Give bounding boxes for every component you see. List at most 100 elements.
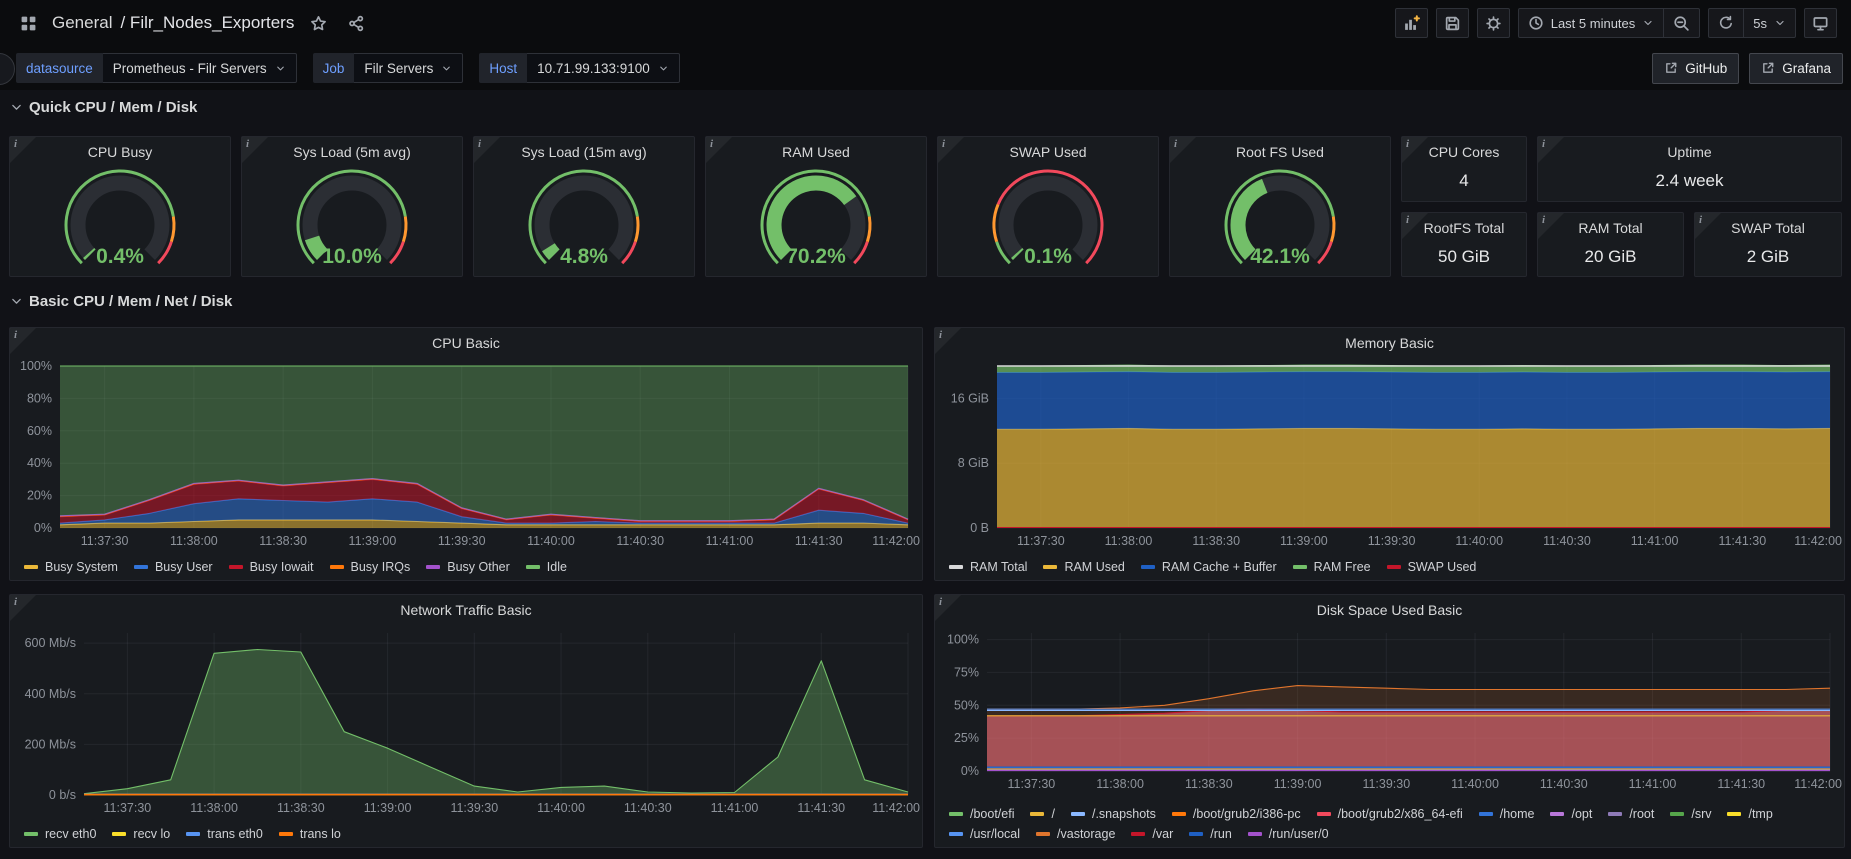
panel-gauge-root-fs-used: iRoot FS Used42.1% [1169, 136, 1391, 277]
legend-item[interactable]: RAM Total [949, 560, 1027, 574]
panel-info-icon[interactable]: i [1538, 213, 1564, 239]
star-icon[interactable] [304, 9, 332, 37]
legend-item[interactable]: /vastorage [1036, 827, 1115, 841]
legend-item[interactable]: /.snapshots [1071, 807, 1156, 821]
apps-grid-icon[interactable] [14, 9, 42, 37]
legend-item[interactable]: / [1030, 807, 1054, 821]
add-panel-button[interactable] [1395, 8, 1428, 38]
panel-gauge-ram-used: iRAM Used70.2% [705, 136, 927, 277]
legend-item[interactable]: Busy User [134, 560, 213, 574]
panel-title[interactable]: RAM Used [706, 137, 926, 167]
gauge-arc: 42.1% [1170, 165, 1390, 276]
legend-item[interactable]: /tmp [1727, 807, 1772, 821]
grafana-link-button[interactable]: Grafana [1749, 53, 1843, 84]
kiosk-mode-button[interactable] [1804, 8, 1837, 38]
panel-info-icon[interactable]: i [242, 137, 268, 163]
panel-stat-uptime: iUptime2.4 week [1537, 136, 1842, 202]
breadcrumb[interactable]: General / Filr_Nodes_Exporters [52, 13, 294, 33]
panel-info-icon[interactable]: i [938, 137, 964, 163]
chart-svg: 0%25%50%75%100%11:37:3011:38:0011:38:301… [935, 625, 1844, 795]
panel-info-icon[interactable]: i [935, 328, 961, 354]
legend-item[interactable]: /run/user/0 [1248, 827, 1329, 841]
svg-text:11:42:00: 11:42:00 [872, 801, 920, 815]
panel-title[interactable]: Memory Basic [935, 328, 1844, 358]
legend-item[interactable]: /boot/grub2/x86_64-efi [1317, 807, 1463, 821]
panel-info-icon[interactable]: i [1538, 137, 1564, 163]
legend-label: /srv [1691, 807, 1711, 821]
variable-host-select[interactable]: 10.71.99.133:9100 [527, 53, 680, 83]
svg-text:11:41:00: 11:41:00 [1631, 534, 1679, 548]
legend-item[interactable]: Busy System [24, 560, 118, 574]
row-quick-cpu-mem-disk[interactable]: Quick CPU / Mem / Disk [10, 99, 197, 116]
panel-title[interactable]: Root FS Used [1170, 137, 1390, 167]
zoom-out-button[interactable] [1663, 9, 1699, 37]
legend-item[interactable]: /boot/efi [949, 807, 1014, 821]
row-basic-cpu-mem-net-disk[interactable]: Basic CPU / Mem / Net / Disk [10, 293, 232, 310]
variable-datasource-select[interactable]: Prometheus - Filr Servers [103, 53, 297, 83]
panel-title[interactable]: Disk Space Used Basic [935, 595, 1844, 625]
legend-item[interactable]: /var [1131, 827, 1173, 841]
svg-text:600 Mb/s: 600 Mb/s [25, 636, 76, 650]
legend-item[interactable]: /home [1479, 807, 1535, 821]
legend-label: trans eth0 [207, 827, 263, 841]
refresh-interval-dropdown[interactable]: 5s [1743, 9, 1795, 37]
share-icon[interactable] [342, 9, 370, 37]
legend-item[interactable]: Idle [526, 560, 567, 574]
legend-label: RAM Cache + Buffer [1162, 560, 1277, 574]
settings-gear-icon[interactable] [1477, 8, 1510, 38]
panel-info-icon[interactable]: i [935, 595, 961, 621]
legend-item[interactable]: Busy Iowait [229, 560, 314, 574]
panel-info-icon[interactable]: i [706, 137, 732, 163]
panel-info-icon[interactable]: i [1170, 137, 1196, 163]
legend-item[interactable]: /opt [1550, 807, 1592, 821]
gauge-value: 10.0% [322, 245, 382, 268]
svg-text:11:41:30: 11:41:30 [795, 534, 843, 548]
panel-title[interactable]: Sys Load (15m avg) [474, 137, 694, 167]
legend-item[interactable]: /root [1608, 807, 1654, 821]
svg-text:0%: 0% [961, 764, 979, 778]
legend-label: Busy Iowait [250, 560, 314, 574]
panel-stat-cpu-cores: iCPU Cores4 [1401, 136, 1527, 202]
legend-label: /tmp [1748, 807, 1772, 821]
legend-item[interactable]: /run [1189, 827, 1232, 841]
panel-info-icon[interactable]: i [10, 595, 36, 621]
refresh-button[interactable] [1709, 9, 1743, 37]
github-link-button[interactable]: GitHub [1652, 53, 1739, 84]
legend-label: /vastorage [1057, 827, 1115, 841]
gauge: 0.1% [938, 165, 1158, 276]
time-range-label: Last 5 minutes [1551, 16, 1636, 31]
panel-title[interactable]: CPU Busy [10, 137, 230, 167]
panel-info-icon[interactable]: i [1402, 213, 1428, 239]
panel-info-icon[interactable]: i [10, 137, 36, 163]
panel-info-icon[interactable]: i [1695, 213, 1721, 239]
panel-info-icon[interactable]: i [474, 137, 500, 163]
panel-title[interactable]: Sys Load (5m avg) [242, 137, 462, 167]
breadcrumb-section[interactable]: General [52, 13, 112, 33]
time-range-picker[interactable]: Last 5 minutes [1519, 9, 1664, 37]
legend-item[interactable]: /usr/local [949, 827, 1020, 841]
legend-item[interactable]: trans eth0 [186, 827, 263, 841]
panel-network-traffic-basic: iNetwork Traffic Basic0 b/s200 Mb/s400 M… [9, 594, 923, 848]
panel-title[interactable]: Uptime [1538, 137, 1841, 167]
panel-title[interactable]: CPU Basic [10, 328, 922, 358]
svg-text:11:42:00: 11:42:00 [1794, 534, 1842, 548]
legend-item[interactable]: SWAP Used [1387, 560, 1477, 574]
legend-swatch [112, 832, 126, 836]
legend-item[interactable]: Busy IRQs [330, 560, 411, 574]
panel-title[interactable]: Network Traffic Basic [10, 595, 922, 625]
legend-item[interactable]: recv eth0 [24, 827, 96, 841]
legend-item[interactable]: /srv [1670, 807, 1711, 821]
save-dashboard-button[interactable] [1436, 8, 1469, 38]
legend-item[interactable]: trans lo [279, 827, 341, 841]
legend-item[interactable]: recv lo [112, 827, 170, 841]
panel-info-icon[interactable]: i [1402, 137, 1428, 163]
variable-job-select[interactable]: Filr Servers [354, 53, 463, 83]
svg-text:11:42:00: 11:42:00 [872, 534, 920, 548]
panel-title[interactable]: SWAP Used [938, 137, 1158, 167]
legend-item[interactable]: RAM Used [1043, 560, 1124, 574]
legend-item[interactable]: Busy Other [426, 560, 510, 574]
legend-item[interactable]: RAM Free [1293, 560, 1371, 574]
legend-item[interactable]: RAM Cache + Buffer [1141, 560, 1277, 574]
legend-item[interactable]: /boot/grub2/i386-pc [1172, 807, 1301, 821]
panel-info-icon[interactable]: i [10, 328, 36, 354]
